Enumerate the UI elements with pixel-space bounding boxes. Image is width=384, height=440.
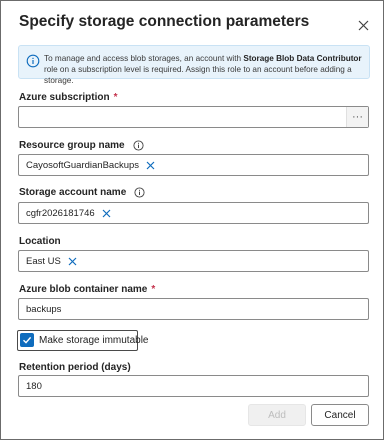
retention-value: 180 [26, 381, 42, 392]
close-icon[interactable] [358, 20, 369, 31]
storage-account-label: Storage account name [19, 187, 145, 198]
info-text: To manage and access blob storages, an a… [44, 54, 362, 85]
required-mark: * [151, 284, 156, 295]
clear-icon[interactable] [68, 257, 77, 266]
resource-group-value: CayosoftGuardianBackups [26, 160, 140, 171]
location-field[interactable]: East US [18, 250, 369, 272]
dialog-title: Specify storage connection parameters [19, 13, 310, 30]
location-value: East US [26, 256, 61, 267]
immutable-checkbox-group[interactable]: Make storage immutable [17, 330, 149, 351]
browse-subscription-button[interactable]: ··· [346, 107, 368, 127]
container-field[interactable]: backups [18, 298, 369, 320]
info-banner: To manage and access blob storages, an a… [18, 45, 370, 85]
help-icon[interactable] [133, 140, 144, 151]
role-name: Storage Blob Data Contributor [243, 54, 362, 63]
subscription-label: Azure subscription * [19, 92, 118, 103]
close-button[interactable] [353, 15, 373, 35]
resource-group-label: Resource group name [19, 140, 144, 151]
container-value: backups [26, 304, 62, 315]
help-icon[interactable] [134, 187, 145, 198]
immutable-checkbox[interactable] [20, 333, 34, 347]
storage-account-value: cgfr2026181746 [26, 208, 95, 219]
retention-field[interactable]: 180 [18, 375, 369, 397]
immutable-label[interactable]: Make storage immutable [39, 335, 149, 346]
subscription-field[interactable]: ··· [18, 106, 369, 128]
clear-icon[interactable] [102, 209, 111, 218]
resource-group-field[interactable]: CayosoftGuardianBackups [18, 154, 369, 176]
retention-label: Retention period (days) [19, 362, 131, 373]
info-icon [26, 54, 40, 68]
clear-icon[interactable] [146, 161, 155, 170]
storage-account-field[interactable]: cgfr2026181746 [18, 202, 369, 224]
checkmark-icon [23, 336, 32, 344]
add-button[interactable]: Add [248, 404, 306, 426]
cancel-button[interactable]: Cancel [311, 404, 369, 426]
location-label: Location [19, 236, 61, 247]
storage-connection-dialog: Specify storage connection parameters To… [0, 0, 384, 440]
container-label: Azure blob container name * [19, 284, 156, 295]
required-mark: * [113, 92, 118, 103]
